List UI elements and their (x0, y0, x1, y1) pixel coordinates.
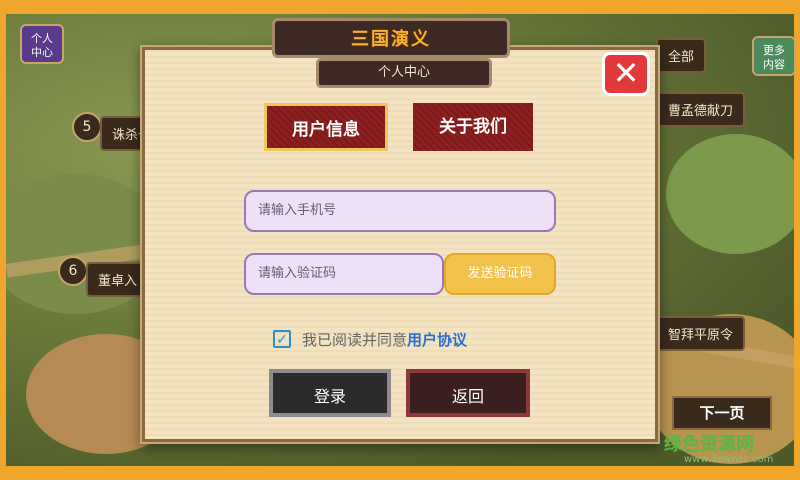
send-code-button[interactable]: 发送验证码 (444, 253, 556, 295)
agreement-text: 我已阅读并同意用户协议 (302, 329, 467, 350)
watermark-brand: 绿色资源网 (664, 434, 754, 455)
watermark-url: www.downcc.com (684, 454, 774, 465)
checkmark-icon: ✓ (276, 332, 288, 348)
close-icon: ✕ (612, 54, 640, 92)
game-logo-plate: 三国演义 (272, 18, 510, 58)
level-6-badge: 6 (58, 256, 88, 286)
frame-bottom (0, 466, 800, 480)
tab-user-info[interactable]: 用户信息 (264, 103, 388, 151)
map-label-pingyuan[interactable]: 智拜平原令 (656, 316, 746, 351)
frame-top (0, 0, 800, 14)
user-agreement-link[interactable]: 用户协议 (407, 331, 467, 349)
next-page-button[interactable]: 下一页 (672, 396, 772, 430)
back-button[interactable]: 返回 (406, 369, 530, 417)
tab-about-us[interactable]: 关于我们 (413, 103, 533, 151)
map-label-cao-mengde[interactable]: 曹孟德献刀 (656, 92, 746, 127)
level-5-badge: 5 (72, 112, 102, 142)
profile-dialog (140, 45, 660, 444)
more-content-button[interactable]: 更多 内容 (752, 36, 796, 76)
map-label-all[interactable]: 全部 (656, 38, 707, 73)
agreement-prefix: 我已阅读并同意 (302, 331, 408, 349)
profile-center-label: 个人 中心 (31, 32, 53, 59)
phone-input[interactable]: 请输入手机号 (244, 190, 556, 232)
verification-code-input[interactable]: 请输入验证码 (244, 253, 444, 295)
close-button[interactable]: ✕ (602, 52, 650, 96)
profile-center-button[interactable]: 个人 中心 (20, 24, 64, 64)
terrain-patch (666, 134, 794, 254)
game-logo: 三国演义 (351, 29, 431, 50)
dialog-title: 个人中心 (316, 58, 492, 88)
login-button[interactable]: 登录 (269, 369, 391, 417)
agreement-checkbox[interactable]: ✓ (273, 330, 291, 348)
more-content-label: 更多 内容 (763, 44, 785, 71)
